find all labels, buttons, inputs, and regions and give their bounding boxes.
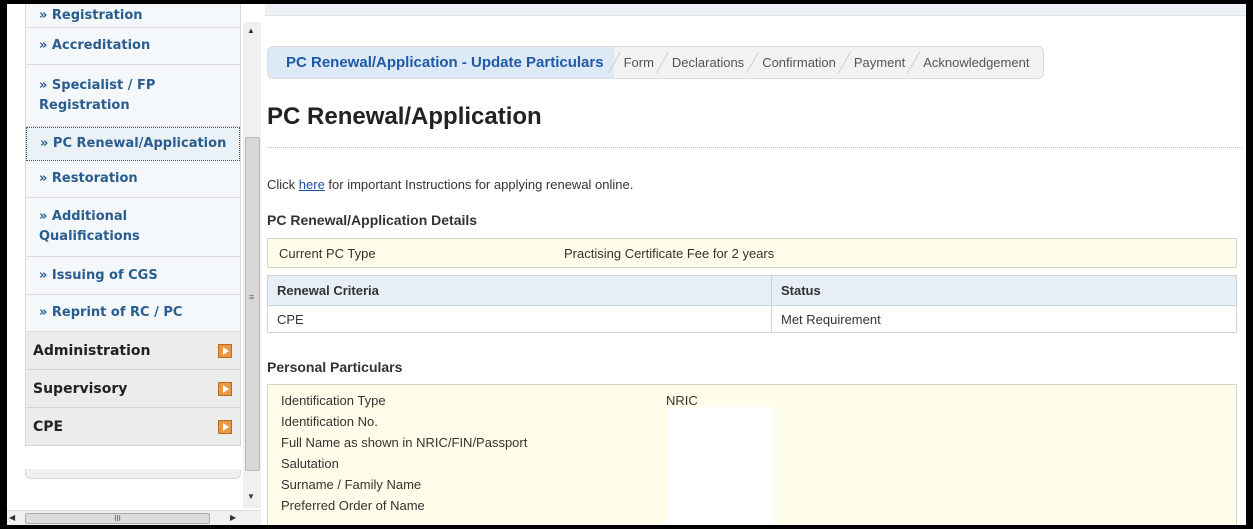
- sidebar-item-label: » Issuing of CGS: [39, 267, 158, 283]
- personal-particulars-panel: Identification Type NRIC Identification …: [267, 384, 1237, 525]
- wizard-step-form: Form: [614, 47, 662, 78]
- sidebar-category-administration[interactable]: Administration: [26, 332, 240, 370]
- instructions-suffix: for important Instructions for applying …: [324, 177, 634, 192]
- wizard-step-confirmation: Confirmation: [752, 47, 844, 78]
- sidebar-item-label: » Specialist / FP Registration: [39, 77, 156, 113]
- horizontal-scrollbar-thumb[interactable]: III: [25, 513, 210, 524]
- wizard-steps: PC Renewal/Application - Update Particul…: [267, 46, 1045, 79]
- sidebar-item-label: » PC Renewal/Application: [40, 136, 227, 151]
- instructions-prefix: Click: [267, 177, 299, 192]
- current-pc-row: Current PC Type Practising Certificate F…: [267, 238, 1237, 268]
- table-cell-criteria: CPE: [267, 305, 772, 333]
- instructions-link[interactable]: here: [299, 177, 325, 192]
- renewal-criteria-table: Renewal Criteria Status CPE Met Requirem…: [267, 275, 1237, 333]
- sidebar-category-label: Supervisory: [33, 380, 128, 397]
- sidebar-item-restoration[interactable]: » Restoration: [26, 161, 240, 198]
- identification-type-value: NRIC: [666, 393, 698, 408]
- expand-arrow-icon[interactable]: [218, 343, 232, 358]
- salutation-label: Salutation: [281, 456, 339, 471]
- wizard-step-payment: Payment: [844, 47, 913, 78]
- identification-no-label: Identification No.: [281, 414, 378, 429]
- sidebar-category-label: Administration: [33, 342, 151, 359]
- top-strip: [265, 4, 1246, 16]
- scroll-down-arrow-icon[interactable]: ▼: [247, 492, 255, 501]
- table-cell-status: Met Requirement: [771, 305, 1237, 333]
- table-header-row: Renewal Criteria Status: [267, 275, 1237, 306]
- sidebar-bottom-edge: [25, 469, 241, 479]
- identification-type-label: Identification Type: [281, 393, 386, 408]
- vertical-scrollbar-thumb[interactable]: ≡: [245, 137, 260, 471]
- scroll-right-arrow-icon[interactable]: ▶: [230, 513, 236, 522]
- details-heading: PC Renewal/Application Details: [267, 212, 478, 228]
- sidebar-item-specialist-fp-registration[interactable]: » Specialist / FP Registration: [26, 65, 240, 127]
- preferred-order-label: Preferred Order of Name: [281, 498, 425, 513]
- sidebar-item-accreditation[interactable]: » Accreditation: [26, 28, 240, 65]
- sidebar-item-label: » Additional Qualifications: [39, 209, 140, 244]
- sidebar-item-issuing-cgs[interactable]: » Issuing of CGS: [26, 257, 240, 295]
- redacted-values-area: [666, 407, 774, 525]
- sidebar-category-cpe[interactable]: CPE: [26, 408, 240, 446]
- sidebar-item-reprint-rc-pc[interactable]: » Reprint of RC / PC: [26, 295, 240, 332]
- wizard-step-update-particulars: PC Renewal/Application - Update Particul…: [268, 47, 614, 78]
- column-header-renewal-criteria: Renewal Criteria: [267, 275, 772, 306]
- sidebar-item-pc-renewal[interactable]: » PC Renewal/Application: [26, 127, 240, 161]
- sidebar-item-label: » Accreditation: [39, 38, 151, 53]
- current-pc-value: Practising Certificate Fee for 2 years: [564, 246, 775, 261]
- sidebar-category-label: CPE: [33, 418, 64, 435]
- scroll-left-arrow-icon[interactable]: ◀: [9, 513, 15, 522]
- sidebar-item-label: » Registration: [39, 7, 143, 23]
- sidebar-menu: » Registration » Accreditation » Special…: [25, 4, 241, 446]
- browser-frame: » Registration » Accreditation » Special…: [7, 4, 1246, 525]
- sidebar: » Registration » Accreditation » Special…: [7, 4, 265, 525]
- horizontal-scrollbar-track[interactable]: ◀ III ▶: [7, 510, 261, 525]
- table-row: CPE Met Requirement: [267, 305, 1237, 333]
- page-title: PC Renewal/Application: [267, 103, 542, 130]
- sidebar-item-registration[interactable]: » Registration: [26, 4, 240, 28]
- personal-particulars-heading: Personal Particulars: [267, 359, 403, 375]
- sidebar-item-label: » Reprint of RC / PC: [39, 305, 183, 320]
- sidebar-item-label: » Restoration: [39, 171, 138, 186]
- wizard-step-declarations: Declarations: [662, 47, 752, 78]
- instructions-text: Click here for important Instructions fo…: [267, 177, 633, 192]
- surname-label: Surname / Family Name: [281, 477, 422, 492]
- current-pc-label: Current PC Type: [279, 246, 376, 261]
- expand-arrow-icon[interactable]: [218, 419, 232, 434]
- scroll-grip-icon: ≡: [249, 292, 255, 302]
- divider: [267, 147, 1242, 148]
- main-content: PC Renewal/Application - Update Particul…: [265, 4, 1246, 525]
- full-name-label: Full Name as shown in NRIC/FIN/Passport: [281, 435, 528, 450]
- wizard-step-acknowledgement: Acknowledgement: [913, 47, 1043, 78]
- scroll-grip-icon: III: [114, 514, 121, 523]
- sidebar-category-supervisory[interactable]: Supervisory: [26, 370, 240, 408]
- column-header-status: Status: [771, 275, 1237, 306]
- expand-arrow-icon[interactable]: [218, 381, 232, 396]
- sidebar-item-additional-qualifications[interactable]: » Additional Qualifications: [26, 198, 240, 257]
- scroll-up-arrow-icon[interactable]: ▲: [247, 26, 255, 35]
